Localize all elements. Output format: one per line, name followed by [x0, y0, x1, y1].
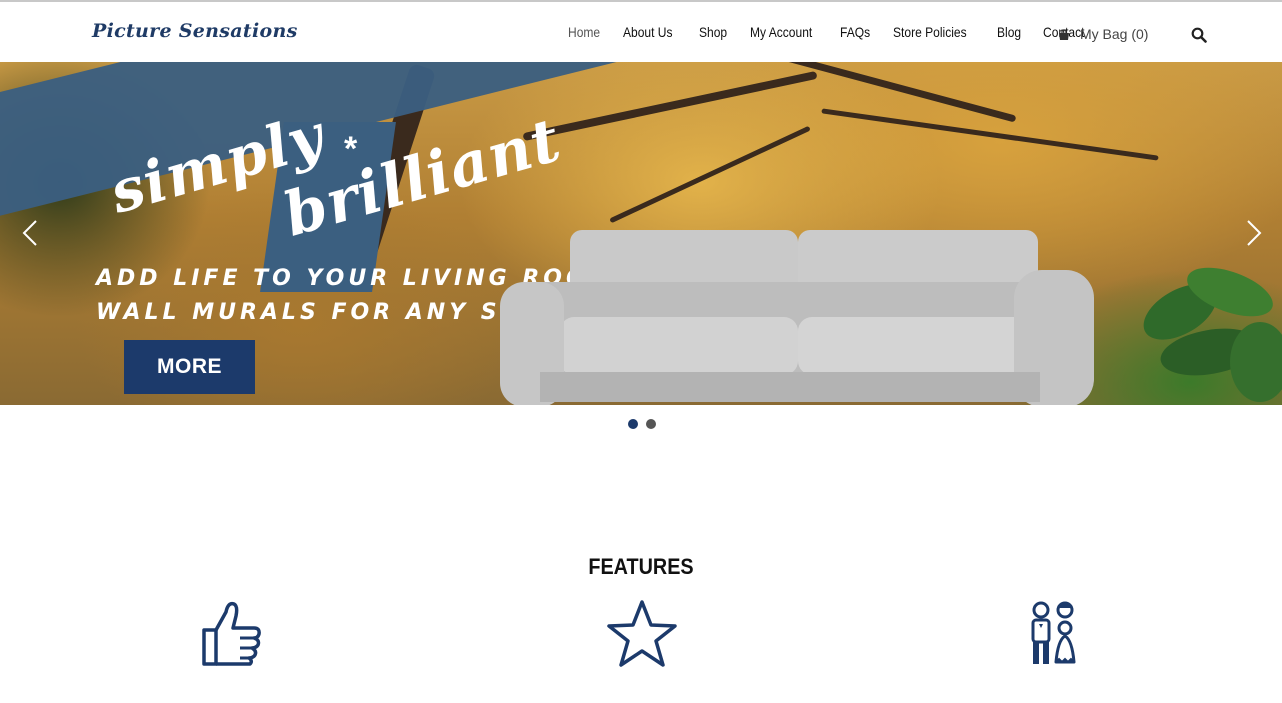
- nav-faqs[interactable]: FAQs: [840, 24, 870, 44]
- slider-next-arrow[interactable]: [1244, 218, 1264, 248]
- tree-branch: [763, 62, 1017, 123]
- nav-home[interactable]: Home: [568, 24, 600, 44]
- my-bag-link[interactable]: My Bag (0): [1058, 26, 1148, 42]
- slider-dot-2[interactable]: [646, 419, 656, 429]
- hero-slider: simply * brilliant ADD LIFE TO YOUR LIVI…: [0, 62, 1282, 405]
- slider-prev-arrow[interactable]: [20, 218, 40, 248]
- nav-store-policies[interactable]: Store Policies: [893, 24, 967, 44]
- my-bag-label: My Bag (0): [1080, 26, 1149, 42]
- nav-my-account[interactable]: My Account: [750, 24, 812, 44]
- site-header: Picture Sensations Home About Us Shop My…: [0, 2, 1282, 62]
- sofa-image: [500, 230, 1094, 405]
- tree-branch: [522, 70, 818, 142]
- tree-branch: [609, 125, 811, 224]
- plant-image: [1143, 267, 1282, 402]
- slider-pagination: [628, 419, 664, 429]
- search-icon[interactable]: [1191, 27, 1207, 43]
- nav-shop[interactable]: Shop: [699, 24, 727, 44]
- shopping-bag-icon: [1059, 28, 1069, 40]
- nav-blog[interactable]: Blog: [997, 24, 1021, 44]
- nav-about-us[interactable]: About Us: [623, 24, 673, 44]
- more-button[interactable]: MORE: [124, 340, 255, 394]
- thumbs-up-icon: [202, 601, 261, 666]
- star-icon: [607, 600, 677, 667]
- features-heading: FEATURES: [588, 554, 694, 579]
- main-nav: Home About Us Shop My Account FAQs Store…: [568, 24, 1109, 44]
- slider-dot-1[interactable]: [628, 419, 638, 429]
- site-logo[interactable]: Picture Sensations: [92, 20, 298, 42]
- couple-icon: [1031, 601, 1076, 664]
- tree-branch: [821, 108, 1159, 161]
